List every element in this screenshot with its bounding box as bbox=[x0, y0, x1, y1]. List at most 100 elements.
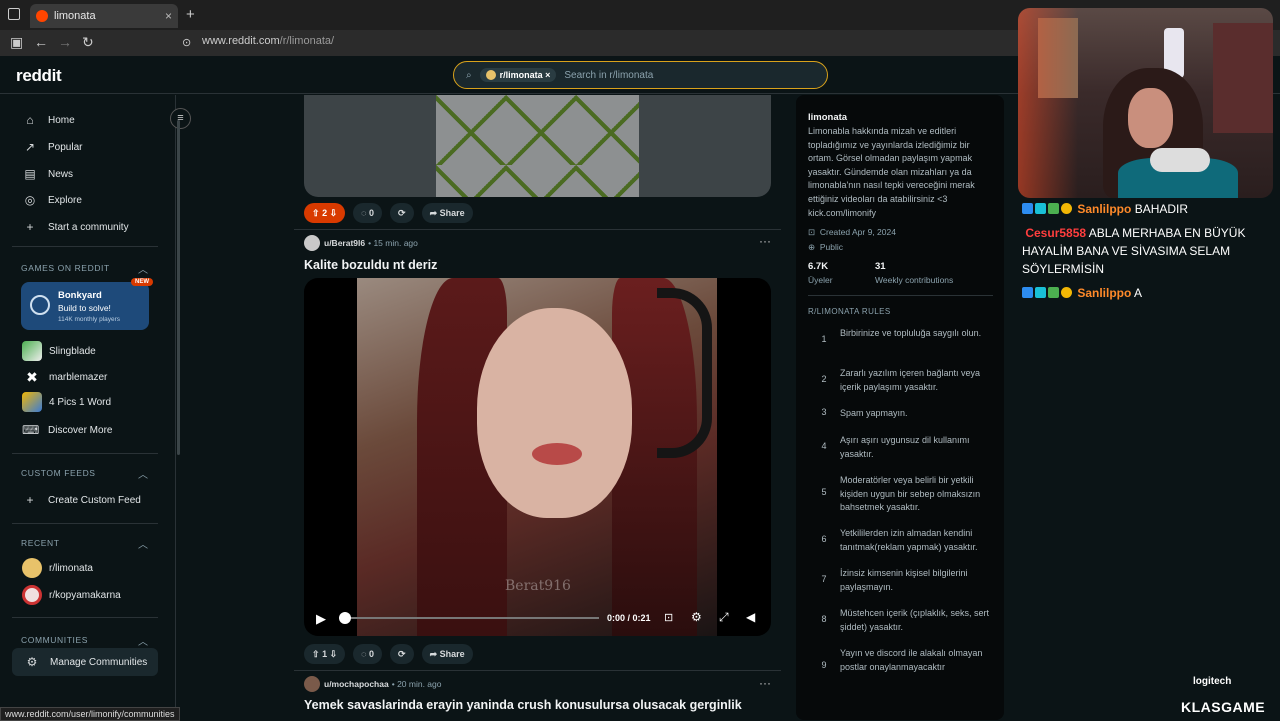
sidebar-item-start-community[interactable]: + Start a community bbox=[22, 220, 128, 234]
badge-icon bbox=[1035, 203, 1046, 214]
sidebar-game-4pics[interactable]: 4 Pics 1 Word bbox=[22, 392, 111, 412]
collapse-sidebar-button[interactable]: ≡ bbox=[170, 108, 191, 129]
sidebar-game-slingblade[interactable]: Slingblade bbox=[22, 341, 96, 361]
reload-icon[interactable]: ↻ bbox=[82, 34, 94, 51]
more-options-icon[interactable]: ··· bbox=[759, 676, 771, 690]
settings-icon[interactable]: ⚙ bbox=[691, 610, 702, 624]
chevron-up-icon[interactable]: ︿ bbox=[138, 261, 149, 276]
sidebar-item-home[interactable]: ⌂ Home bbox=[22, 113, 74, 127]
divider bbox=[12, 617, 158, 618]
chevron-up-icon[interactable]: ︿ bbox=[138, 633, 149, 648]
rule-item[interactable]: 6 Yetkililerden izin almadan kendini tanı… bbox=[808, 527, 993, 554]
game-players: 114K monthly players bbox=[58, 316, 121, 323]
site-info-icon[interactable]: ⊙ bbox=[182, 36, 191, 49]
recent-item-kopyamakarna[interactable]: r/kopyamakarna bbox=[22, 585, 121, 605]
share-button[interactable]: ➦ Share bbox=[421, 203, 473, 223]
badge-icon bbox=[1061, 203, 1072, 214]
sidebar-scrollbar[interactable] bbox=[177, 120, 180, 455]
share-icon: ➦ bbox=[429, 648, 438, 659]
share-icon: ➦ bbox=[429, 207, 438, 218]
popular-icon: ↗ bbox=[24, 140, 36, 154]
sidebar-toggle-icon[interactable]: ▣ bbox=[10, 34, 23, 51]
crosspost-button[interactable]: ⟳ bbox=[390, 203, 414, 223]
sponsor-logo-klasgame: KLASGAME bbox=[1181, 699, 1266, 715]
comments-button[interactable]: ◌ 0 bbox=[353, 203, 383, 223]
search-scope-chip[interactable]: r/limonata × bbox=[479, 68, 557, 82]
search-icon: ⌕ bbox=[466, 69, 472, 81]
more-options-icon[interactable]: ··· bbox=[759, 234, 771, 248]
upvote-icon[interactable]: ⇧ bbox=[312, 649, 320, 660]
divider bbox=[12, 246, 158, 247]
limonata-avatar bbox=[22, 558, 42, 578]
webcam-overlay bbox=[1018, 8, 1273, 198]
author-avatar[interactable] bbox=[304, 676, 320, 692]
rule-item[interactable]: 1 Birbirinize ve topluluğa saygılı olun. bbox=[808, 327, 993, 344]
create-custom-feed[interactable]: + Create Custom Feed bbox=[22, 493, 140, 507]
featured-game-card[interactable]: Bonkyard Build to solve! 114K monthly pl… bbox=[21, 278, 153, 330]
manage-communities[interactable]: ⚙ Manage Communities bbox=[12, 648, 158, 676]
fullscreen-icon[interactable]: ⤢ bbox=[719, 610, 729, 625]
share-button[interactable]: ➦ Share bbox=[421, 644, 473, 664]
play-icon[interactable]: ▶ bbox=[316, 611, 326, 627]
url-field[interactable]: www.reddit.com/r/limonata/ bbox=[202, 35, 334, 47]
comments-button[interactable]: ◌ 0 bbox=[353, 644, 383, 664]
crosspost-button[interactable]: ⟳ bbox=[390, 644, 414, 664]
chevron-up-icon[interactable]: ︿ bbox=[138, 536, 149, 551]
custom-feeds-heading[interactable]: CUSTOM FEEDS ︿ bbox=[21, 468, 148, 481]
chat-message: Cesur5858 ABLA MERHABA EN BÜYÜK HAYALİM … bbox=[1022, 224, 1267, 278]
post-title[interactable]: Kalite bozuldu nt deriz bbox=[304, 258, 437, 272]
community-name: limonata bbox=[808, 112, 848, 123]
cam-face bbox=[1128, 88, 1173, 148]
browser-tab[interactable]: limonata × bbox=[30, 4, 178, 28]
author-avatar[interactable] bbox=[304, 235, 320, 251]
reddit-favicon-icon bbox=[36, 10, 48, 22]
games-heading[interactable]: GAMES ON REDDIT ︿ bbox=[21, 263, 148, 276]
recent-heading[interactable]: RECENT ︿ bbox=[21, 538, 148, 551]
video-face bbox=[477, 308, 632, 518]
downvote-icon[interactable]: ⇩ bbox=[330, 208, 338, 219]
volume-icon[interactable]: ◀︎ bbox=[746, 610, 755, 624]
sidebar-item-popular[interactable]: ↗ Popular bbox=[22, 140, 83, 154]
seek-knob[interactable] bbox=[339, 612, 351, 624]
communities-heading[interactable]: COMMUNITIES ︿ bbox=[21, 635, 148, 648]
author-link[interactable]: u/mochapochaa bbox=[324, 679, 389, 689]
badge-icon bbox=[1022, 287, 1033, 298]
upvote-icon[interactable]: ⇧ bbox=[312, 208, 320, 219]
badge-icon bbox=[1048, 203, 1059, 214]
new-badge: NEW bbox=[131, 278, 153, 286]
rule-item[interactable]: 5 Moderatörler veya belirli bir yetkili k… bbox=[808, 474, 993, 515]
contribution-count: 31 bbox=[875, 261, 886, 272]
video-headphones bbox=[657, 288, 712, 458]
vote-control[interactable]: ⇧ 1 ⇩ bbox=[304, 644, 346, 664]
chevron-up-icon[interactable]: ︿ bbox=[138, 466, 149, 481]
rule-item[interactable]: 7 İzinsiz kimsenin kişisel bilgilerini pa… bbox=[808, 567, 993, 594]
video-player[interactable]: Berat916 ▶ 0:00 / 0:21 ⊡ ⚙ ⤢ ◀︎ bbox=[304, 278, 771, 636]
recent-item-limonata[interactable]: r/limonata bbox=[22, 558, 93, 578]
rule-item[interactable]: 3 Spam yapmayın. bbox=[808, 407, 993, 421]
author-link[interactable]: u/Berat9l6 bbox=[324, 238, 365, 248]
post-title[interactable]: Yemek savaslarinda erayin yaninda crush … bbox=[304, 698, 742, 712]
seek-bar[interactable] bbox=[344, 617, 599, 619]
badge-icon bbox=[1022, 203, 1033, 214]
tab-actions-icon[interactable] bbox=[8, 8, 20, 20]
sidebar-item-explore[interactable]: ◎ Explore bbox=[22, 193, 82, 207]
downvote-icon[interactable]: ⇩ bbox=[330, 649, 338, 660]
rule-item[interactable]: 8 Müstehcen içerik (çıplaklık, seks, sert… bbox=[808, 607, 993, 634]
chat-message: Sanlilppo A bbox=[1022, 284, 1267, 302]
new-tab-icon[interactable]: + bbox=[186, 6, 195, 23]
forward-icon[interactable]: → bbox=[58, 34, 72, 50]
member-label: Üyeler bbox=[808, 275, 833, 285]
reddit-logo[interactable]: reddit bbox=[16, 66, 62, 86]
rule-item[interactable]: 2 Zararlı yazılım içeren bağlantı veya iç… bbox=[808, 367, 993, 394]
sidebar-discover-more[interactable]: ⌨ Discover More bbox=[22, 423, 112, 437]
search-input[interactable]: ⌕ r/limonata × Search in r/limonata bbox=[453, 61, 828, 89]
rule-item[interactable]: 9 Yayın ve discord ile alakalı olmayan po… bbox=[808, 647, 993, 674]
sidebar-item-news[interactable]: ▤ News bbox=[22, 167, 73, 181]
vote-control[interactable]: ⇧ 2 ⇩ bbox=[304, 203, 346, 223]
captions-icon[interactable]: ⊡ bbox=[664, 611, 673, 624]
rule-item[interactable]: 4 Aşırı aşırı uygunsuz dil kullanımı yasa… bbox=[808, 434, 993, 461]
close-tab-icon[interactable]: × bbox=[165, 9, 172, 23]
video-watermark: Berat916 bbox=[505, 578, 571, 594]
back-icon[interactable]: ← bbox=[34, 34, 48, 50]
sidebar-game-marblemazer[interactable]: ✖ marblemazer bbox=[22, 367, 107, 387]
